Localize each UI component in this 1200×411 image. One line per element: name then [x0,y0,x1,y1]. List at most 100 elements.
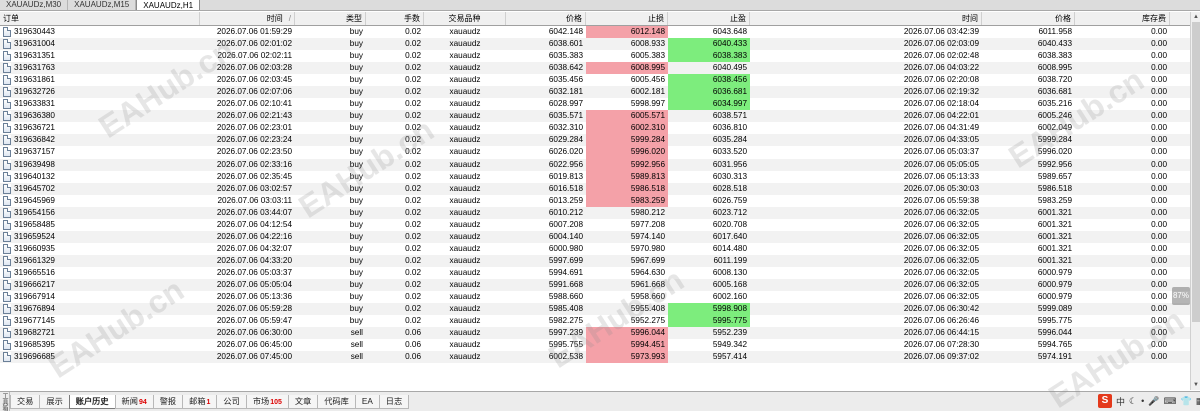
microphone-icon[interactable]: 🎤 [1148,396,1159,407]
table-row[interactable]: 319636380 2026.07.06 02:21:43 buy 0.02 xauau… [0,110,1190,123]
cell-2: buy [349,255,363,265]
scroll-down-icon[interactable]: ▼ [1191,380,1200,390]
table-row[interactable]: 319645969 2026.07.06 03:03:11 buy 0.02 xauau… [0,194,1190,207]
column-header[interactable]: 类型 [295,12,366,25]
ime-language[interactable]: 中 [1116,395,1125,408]
cell-3: 0.02 [405,87,421,97]
terminal-tab[interactable]: 日志 [378,394,410,409]
terminal-tab[interactable]: EA [354,394,380,409]
cell-11: -41.81 [1170,26,1190,38]
table-row[interactable]: 319654156 2026.07.06 03:44:07 buy 0.02 xauau… [0,206,1190,219]
cell-6: 5986.518 [586,182,668,195]
terminal-tab[interactable]: 文章 [287,394,319,409]
cell-4: xauaudz [449,292,481,302]
terminal-tab[interactable]: 交易 [10,394,41,409]
column-header[interactable]: 库存费 [1075,12,1170,25]
table-row[interactable]: 319631351 2026.07.06 02:02:11 buy 0.02 xauau… [0,50,1190,63]
chart-tab[interactable]: XAUAUDz,M30 [0,0,69,10]
cell-5: 6007.208 [548,219,583,229]
table-row[interactable]: 319637157 2026.07.06 02:23:50 buy 0.02 xauau… [0,146,1190,159]
column-header[interactable]: 订单 [0,12,200,25]
table-row[interactable]: 319661329 2026.07.06 04:33:20 buy 0.02 xauau… [0,254,1190,267]
shirt-icon[interactable]: 👕 [1180,396,1191,407]
terminal-tab[interactable]: 警报 [152,394,184,409]
keyboard-icon[interactable]: ⌨ [1163,396,1176,407]
terminal-tab[interactable]: 新闻94 [114,394,154,409]
table-row[interactable]: 319631004 2026.07.06 02:01:02 buy 0.02 xauau… [0,38,1190,51]
cell-10: 0.00 [1151,316,1167,326]
cell-7: 6040.433 [668,38,750,51]
column-header[interactable]: 获利 [1170,12,1190,25]
grid-icon[interactable]: ▦ [1196,396,1200,407]
table-row[interactable]: 319633831 2026.07.06 02:10:41 buy 0.02 xauau… [0,98,1190,111]
column-header[interactable]: 时间 [750,12,982,25]
ticket-cell: 319696685 [0,351,200,363]
cell-11: -41.59 [1170,146,1190,158]
table-row[interactable]: 319658485 2026.07.06 04:12:54 buy 0.02 xauau… [0,218,1190,231]
cell-10: 0.00 [1151,352,1167,362]
cell-2: buy [349,63,363,73]
ticket-number: 319631004 [14,39,55,49]
cell-3: 0.02 [405,207,421,217]
table-row[interactable]: 319632726 2026.07.06 02:07:06 buy 0.02 xauau… [0,86,1190,99]
table-row[interactable]: 319636842 2026.07.06 02:23:24 buy 0.02 xauau… [0,134,1190,147]
table-row[interactable]: 319636721 2026.07.06 02:23:01 buy 0.02 xauau… [0,122,1190,135]
cell-8: 2026.07.06 06:26:46 [903,316,979,326]
zoom-overlay-button[interactable]: 87% [1172,287,1190,305]
table-header: 订单时间/类型手数交易品种价格止损止盈时间价格库存费获利 [0,12,1190,26]
column-header[interactable]: 时间 / [200,12,295,25]
cell-1: 2026.07.06 03:44:07 [216,207,292,217]
scrollbar-thumb[interactable] [1192,22,1200,322]
table-row[interactable]: 319640132 2026.07.06 02:35:45 buy 0.02 xauau… [0,170,1190,183]
table-row[interactable]: 319645702 2026.07.06 03:02:57 buy 0.02 xauau… [0,182,1190,195]
column-header[interactable]: 价格 [506,12,586,25]
table-row[interactable]: 319685395 2026.07.06 06:45:00 sell 0.06 xaua… [0,339,1190,352]
column-header[interactable]: 止盈 [668,12,750,25]
cell-4: xauaudz [449,63,481,73]
cell-5: 5994.691 [548,267,583,277]
table-row[interactable]: 319677145 2026.07.06 05:59:47 buy 0.02 xauau… [0,315,1190,328]
table-row[interactable]: 319659524 2026.07.06 04:22:16 buy 0.02 xauau… [0,230,1190,243]
cell-11: 4.16 [1170,50,1190,62]
cell-1: 2026.07.06 02:03:28 [216,63,292,73]
terminal-tab[interactable]: 邮箱1 [182,394,218,409]
chart-tab[interactable]: XAUAUDz,M15 [68,0,137,10]
terminal-tab[interactable]: 公司 [216,394,247,409]
table-row[interactable]: 319696685 2026.07.06 07:45:00 sell 0.06 xaua… [0,351,1190,364]
table-row[interactable]: 319639498 2026.07.06 02:33:16 buy 0.02 xauau… [0,158,1190,171]
account-history-table[interactable]: 订单时间/类型手数交易品种价格止损止盈时间价格库存费获利 31963044320… [0,12,1190,390]
cell-10: 0.00 [1151,51,1167,61]
table-row[interactable]: 319631861 2026.07.06 02:03:45 buy 0.02 xauau… [0,74,1190,87]
table-row[interactable]: 319631763 2026.07.06 02:03:28 buy 0.02 xauau… [0,62,1190,75]
ime-logo-icon[interactable]: S [1098,394,1112,408]
terminal-tab[interactable]: 代码库 [317,394,356,409]
table-row[interactable]: 319676894 2026.07.06 05:59:28 buy 0.02 xauau… [0,303,1190,316]
cell-8: 2026.07.06 06:32:05 [903,255,979,265]
table-row[interactable]: 319665516 2026.07.06 05:03:37 buy 0.02 xauau… [0,266,1190,279]
column-header[interactable]: 手数 [366,12,424,25]
table-row[interactable]: 319660935 2026.07.06 04:32:07 buy 0.02 xauau… [0,242,1190,255]
vertical-scrollbar[interactable]: ▲ ▼ [1190,12,1200,390]
cell-7: 5995.775 [668,315,750,328]
column-header[interactable]: 价格 [982,12,1075,25]
terminal-tab[interactable]: 展示 [39,394,70,409]
scroll-up-icon[interactable]: ▲ [1191,12,1200,22]
table-row[interactable]: 319682721 2026.07.06 06:30:00 sell 0.06 xaua… [0,327,1190,340]
terminal-tab[interactable]: 账户历史 [68,394,116,409]
ticket-cell: 319661329 [0,255,200,267]
moon-icon[interactable]: ☾ [1129,396,1137,407]
ime-tray[interactable]: S 中 ☾ • 🎤 ⌨ 👕 ▦ [1098,393,1200,409]
terminal-tab[interactable]: 市场105 [245,394,289,409]
cell-10: 0.00 [1151,99,1167,109]
column-header[interactable]: 止损 [586,12,668,25]
table-row[interactable]: 319667914 2026.07.06 05:13:36 buy 0.02 xauau… [0,291,1190,304]
dot-icon[interactable]: • [1141,396,1144,406]
cell-8: 2026.07.06 06:32:05 [903,267,979,277]
table-row[interactable]: 319630443 2026.07.06 01:59:29 buy 0.02 xauau… [0,26,1190,39]
table-row[interactable]: 319666217 2026.07.06 05:05:04 buy 0.02 xauau… [0,278,1190,292]
cell-6: 6002.310 [586,122,668,135]
cell-6: 5989.813 [586,170,668,183]
chart-tab[interactable]: XAUAUDz,H1 [136,0,201,10]
cell-8: 2026.07.06 05:30:03 [903,183,979,193]
column-header[interactable]: 交易品种 [424,12,506,25]
